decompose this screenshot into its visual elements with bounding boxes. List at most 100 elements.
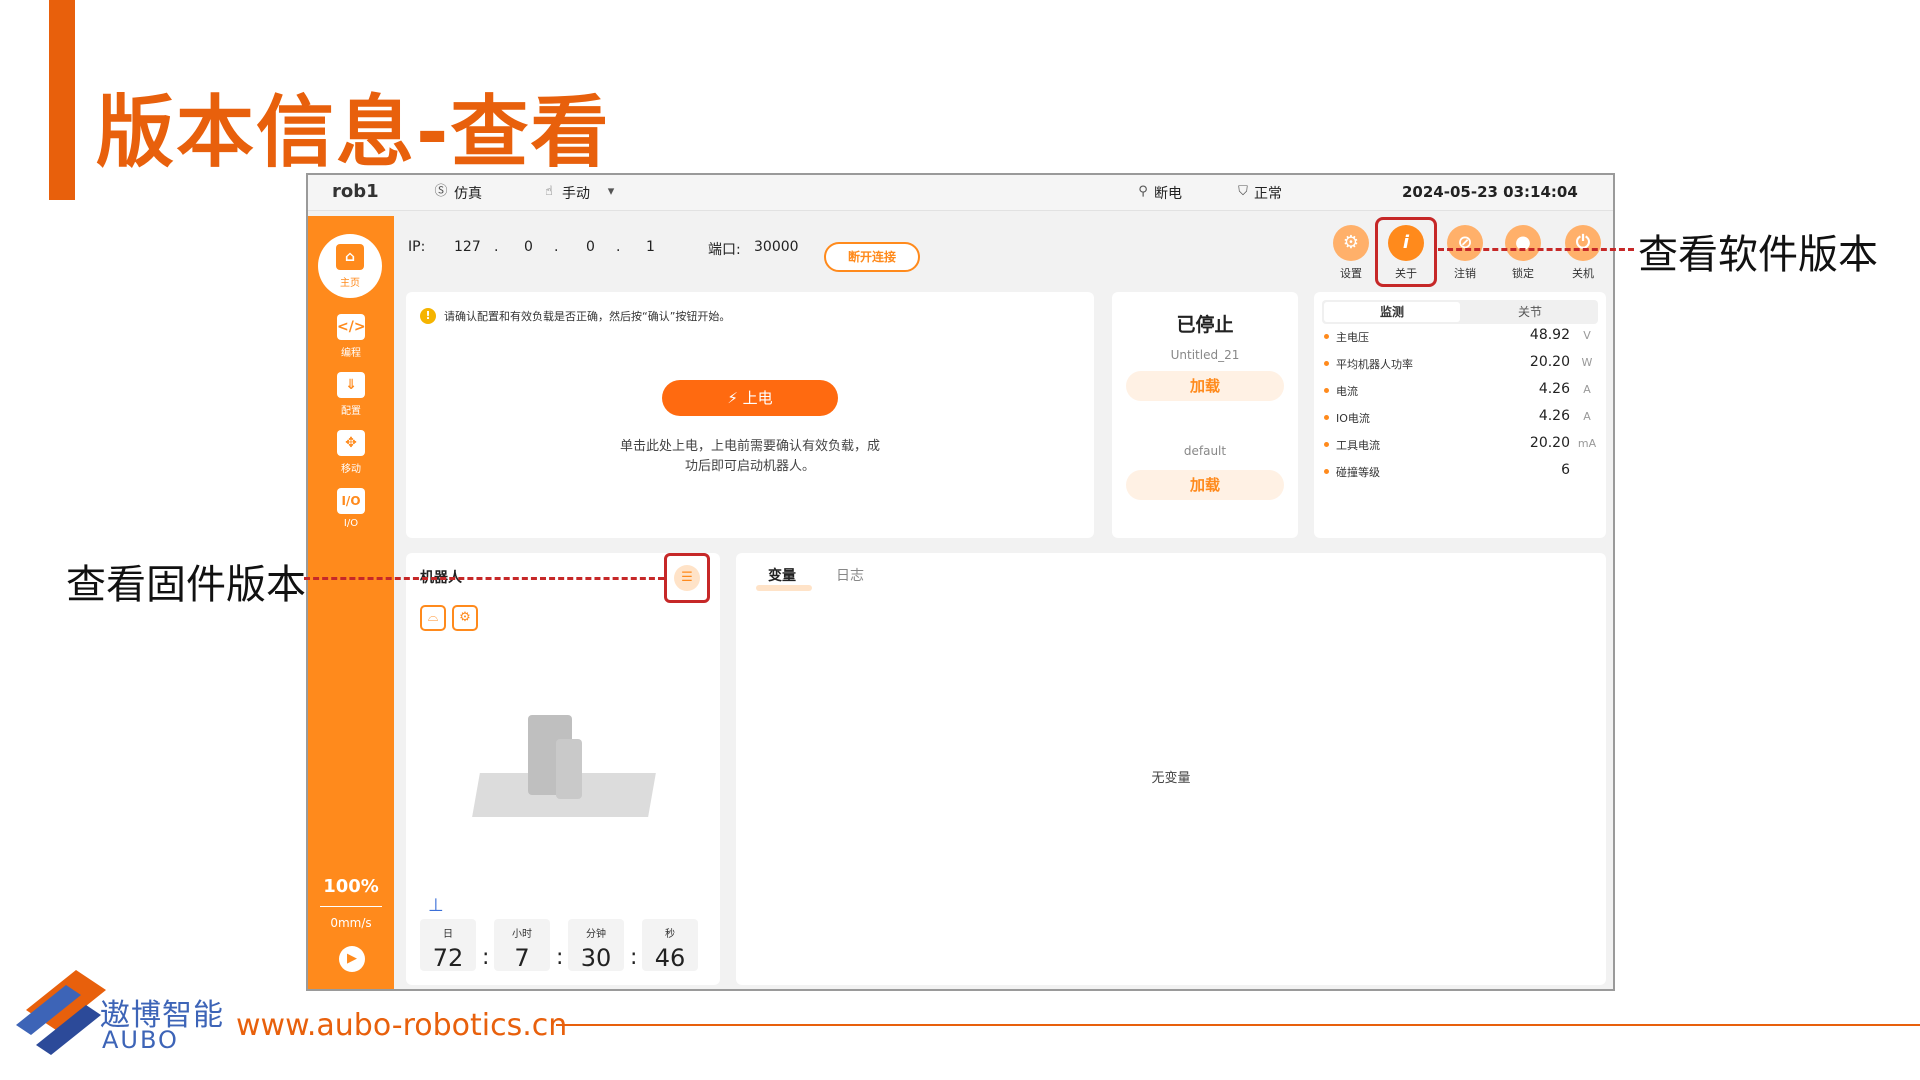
- shutdown-button[interactable]: ⏻ 关机: [1558, 225, 1608, 281]
- active-tab-indicator: [756, 585, 812, 591]
- monitor-row: 平均机器人功率 20.20 W: [1324, 353, 1598, 375]
- runtime-label: 分钟: [586, 929, 606, 940]
- settings-icon: ⚙: [1333, 225, 1369, 261]
- monitor-row-name: 工具电流: [1336, 439, 1380, 452]
- play-button[interactable]: ▶: [339, 946, 365, 972]
- ip-label: IP:: [408, 239, 426, 255]
- bullet: [1324, 469, 1329, 474]
- ip-octet-2[interactable]: 0: [524, 239, 533, 255]
- logout-label: 注销: [1454, 267, 1476, 280]
- home-icon: ⌂: [336, 244, 364, 270]
- monitor-row-unit: V: [1583, 329, 1591, 342]
- simulation-icon: Ⓢ: [434, 184, 448, 199]
- website-url[interactable]: www.aubo-robotics.cn: [236, 1008, 567, 1043]
- monitor-row-unit: mA: [1577, 437, 1597, 450]
- speed-percent[interactable]: 100%: [308, 876, 394, 897]
- program-status: 已停止: [1176, 314, 1234, 336]
- monitor-row-value: 6: [1561, 462, 1570, 478]
- settings-button[interactable]: ⚙ 设置: [1326, 225, 1376, 281]
- top-status-bar: rob1 Ⓢ 仿真 ☝ 手动 ▾ ⚲ 断电 ⛉ 正常 2024-05-23 03…: [308, 175, 1613, 211]
- monitor-row-unit: W: [1581, 356, 1593, 369]
- software-annotation-line: [1438, 248, 1634, 251]
- mode-label[interactable]: 仿真: [454, 183, 482, 203]
- robot-power-icon: ⚲: [1138, 184, 1148, 199]
- monitor-row-name: 电流: [1336, 385, 1358, 398]
- speed-value: 0mm/s: [330, 916, 372, 930]
- monitor-row-unit: A: [1583, 410, 1591, 423]
- power-status: 断电: [1154, 186, 1182, 202]
- port-value[interactable]: 30000: [754, 239, 799, 255]
- monitor-row-name: 平均机器人功率: [1336, 358, 1413, 371]
- runtime-label: 秒: [665, 929, 675, 940]
- load-program-button[interactable]: 加载: [1126, 371, 1284, 401]
- monitor-row: 碰撞等级 6: [1324, 461, 1598, 483]
- port-label: 端口:: [708, 242, 741, 258]
- sidebar-item-label: 主页: [340, 278, 360, 289]
- software-version-annotation: 查看软件版本: [1638, 232, 1878, 278]
- lock-button[interactable]: ● 锁定: [1498, 225, 1548, 281]
- chevron-down-icon[interactable]: ▾: [602, 183, 620, 201]
- monitor-row-name: 碰撞等级: [1336, 466, 1380, 479]
- shutdown-label: 关机: [1572, 267, 1594, 280]
- title-accent-bar: [49, 0, 75, 200]
- robot-view-button[interactable]: ⚙: [452, 605, 478, 631]
- ip-octet-4[interactable]: 1: [646, 239, 655, 255]
- tab-monitor[interactable]: 监测: [1324, 302, 1460, 322]
- sidebar-item-program[interactable]: </> 编程: [308, 314, 394, 359]
- monitor-row-value: 20.20: [1529, 354, 1570, 370]
- program-card: 已停止 Untitled_21 加载 default 加载: [1112, 292, 1298, 538]
- power-icon: ⏻: [1565, 225, 1601, 261]
- move-icon: ✥: [337, 430, 365, 456]
- sidebar-item-io[interactable]: I/O I/O: [308, 488, 394, 529]
- sidebar-item-home[interactable]: ⌂ 主页: [318, 234, 382, 298]
- robot-card: 机器人 ☰ ⌓ ⚙ ⊥ 日 72 : 小时 7 : 分钟 30 : 秒 46: [406, 553, 720, 985]
- runtime-minutes: 分钟 30: [568, 919, 624, 972]
- logout-button[interactable]: ⊘ 注销: [1440, 225, 1490, 281]
- logout-icon: ⊘: [1447, 225, 1483, 261]
- empty-variables-text: 无变量: [1151, 771, 1191, 786]
- bullet: [1324, 442, 1329, 447]
- control-mode-dropdown[interactable]: 手动: [562, 183, 590, 203]
- firmware-version-annotation: 查看固件版本: [66, 562, 306, 608]
- base-view-button[interactable]: ⌓: [420, 605, 446, 631]
- power-on-button[interactable]: ⚡ 上电: [662, 380, 838, 416]
- runtime-label: 小时: [512, 929, 532, 940]
- load-payload-button[interactable]: 加载: [1126, 470, 1284, 500]
- robot-arm-joint: [556, 739, 582, 799]
- monitor-row: 主电压 48.92 V: [1324, 326, 1598, 348]
- sidebar-item-config[interactable]: ⇓ 配置: [308, 372, 394, 417]
- sidebar: ⌂ 主页 </> 编程 ⇓ 配置 ✥ 移动 I/O I/O 100% 0mm/s…: [308, 216, 394, 989]
- sidebar-item-move[interactable]: ✥ 移动: [308, 430, 394, 475]
- runtime-value: 72: [432, 944, 464, 972]
- ip-dot: .: [616, 239, 621, 255]
- tab-log[interactable]: 日志: [836, 565, 864, 585]
- program-name: Untitled_21: [1170, 348, 1240, 362]
- power-on-label: 上电: [742, 389, 773, 407]
- ip-octet-3[interactable]: 0: [586, 239, 595, 255]
- runtime-value: 7: [514, 944, 530, 972]
- monitor-row-name: 主电压: [1336, 331, 1369, 344]
- code-icon: </>: [337, 314, 366, 340]
- lock-icon: ●: [1505, 225, 1541, 261]
- warning-icon: !: [420, 308, 436, 324]
- monitor-card: 监测 关节 主电压 48.92 V 平均机器人功率 20.20 W 电流 4.2…: [1314, 292, 1606, 538]
- runtime-seconds: 秒 46: [642, 919, 698, 972]
- config-icon: ⇓: [337, 372, 365, 398]
- disconnect-button[interactable]: 断开连接: [824, 242, 920, 272]
- time-separator: :: [556, 945, 564, 970]
- tab-joint[interactable]: 关节: [1462, 302, 1598, 322]
- monitor-row-name: IO电流: [1336, 412, 1370, 425]
- axis-icon: ⊥: [428, 895, 444, 916]
- settings-label: 设置: [1340, 267, 1362, 280]
- runtime-label: 日: [443, 929, 453, 940]
- ip-octet-1[interactable]: 127: [454, 239, 481, 255]
- monitor-row-value: 48.92: [1529, 327, 1570, 343]
- brand-name-en: AUBO: [102, 1026, 179, 1054]
- warning-text: 请确认配置和有效负载是否正确，然后按“确认”按钮开始。: [444, 310, 731, 323]
- monitor-row-value: 20.20: [1529, 435, 1570, 451]
- bullet: [1324, 334, 1329, 339]
- tab-variables[interactable]: 变量: [768, 565, 796, 585]
- robot-name: rob1: [332, 181, 379, 202]
- power-card: ! 请确认配置和有效负载是否正确，然后按“确认”按钮开始。 ⚡ 上电 单击此处上…: [406, 292, 1094, 538]
- sidebar-item-label: 移动: [341, 464, 361, 475]
